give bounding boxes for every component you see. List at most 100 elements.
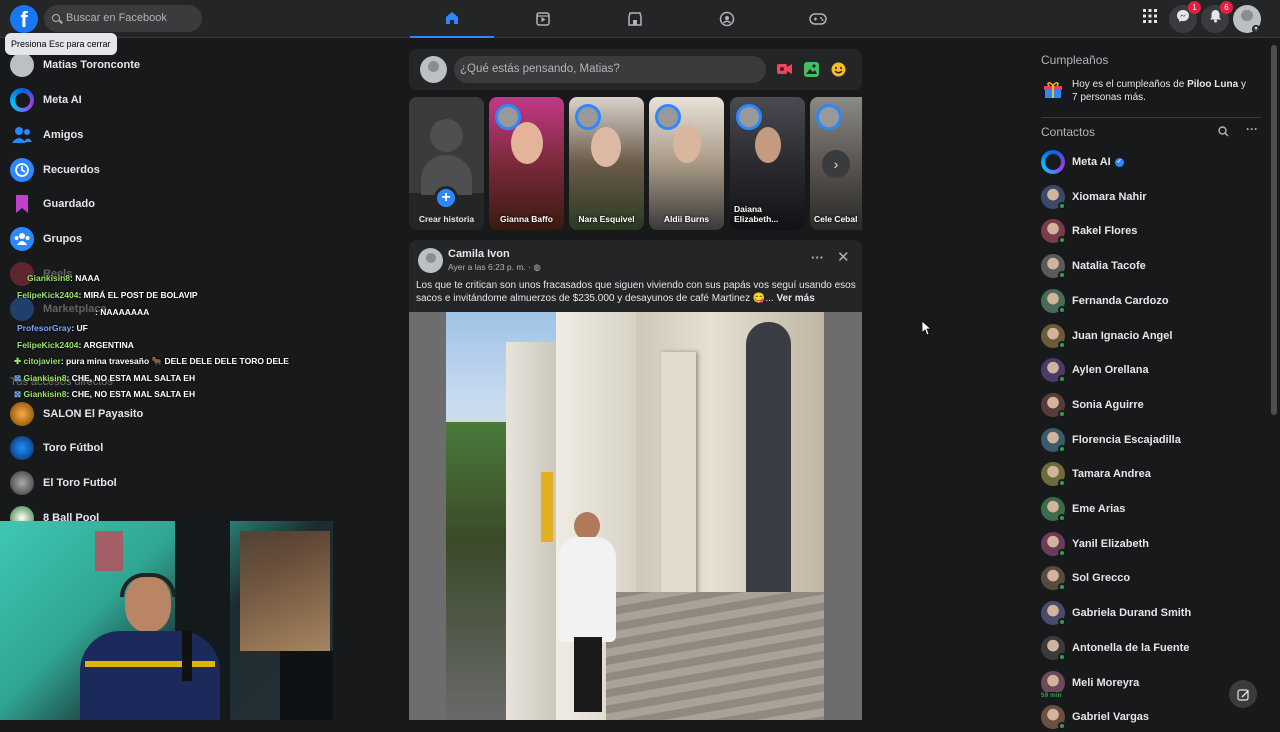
sidebar-item-label: Grupos [43,233,83,245]
avatar [1041,392,1066,418]
tab-home[interactable] [410,0,494,38]
avatar [1041,601,1066,627]
menu-grid-icon[interactable] [1136,5,1164,33]
chat-message: ⊠ Giankisin8: CHE, NO ESTA MAL SALTA EH [14,389,195,400]
sidebar-item-friends[interactable]: Amigos [10,120,83,150]
online-status-dot [1058,722,1066,731]
contact-item[interactable]: Aylen Orellana [1041,355,1149,385]
feeling-icon[interactable] [831,62,846,80]
stairs [606,592,824,720]
online-status-dot [1058,236,1066,245]
birthday-name: Piloo Luna [1187,79,1239,90]
contact-item[interactable]: Fernanda Cardozo [1041,286,1169,316]
webcam-overlay [0,521,333,720]
story-card[interactable]: Gianna Baffo [489,97,564,230]
shirt-stripe [85,661,215,667]
away-time: 59 min [1040,691,1063,699]
contact-item[interactable]: Sol Grecco [1041,563,1130,593]
online-status-dot [1058,479,1066,488]
shortcut-avatar [10,436,34,460]
sidebar-item-meta-ai[interactable]: Meta AI [10,85,82,115]
chevron-right-icon[interactable]: › [822,150,850,178]
post-time[interactable]: Ayer a las 6:23 p. m. · ◍ [448,262,541,273]
chat-text: : pura mina travesaño 🐂 DELE DELE DELE T… [60,356,289,366]
contact-item[interactable]: Rakel Flores [1041,216,1137,246]
shortcut-item[interactable]: SALON El Payasito [10,399,143,429]
man-head [574,512,600,540]
online-status-dot [1058,514,1066,522]
story-card[interactable]: Nara Esquivel [569,97,644,230]
chat-user: FelipeKick2404 [17,340,79,350]
bell-icon [1209,10,1221,23]
contact-name: Florencia Escajadilla [1072,433,1181,446]
live-video-icon[interactable] [777,63,792,75]
story-card[interactable]: Aldii Burns [649,97,724,230]
story-card[interactable]: Daiana Elizabeth... [730,97,805,230]
sidebar-item-saved[interactable]: Guardado [10,189,95,219]
tab-groups[interactable] [685,0,769,38]
microphone [182,631,192,681]
story-name: Crear historia [418,214,475,224]
avatar [1041,462,1066,488]
shortcut-item[interactable]: El Toro Futbol [10,468,117,498]
sidebar-item-groups[interactable]: Grupos [10,224,82,254]
search-input[interactable]: Buscar en Facebook [44,5,202,32]
search-placeholder: Buscar en Facebook [66,12,167,24]
marketplace-icon [628,12,642,26]
marketplace-icon [10,297,34,321]
chat-user: FelipeKick2404 [17,290,79,300]
contact-item[interactable]: Eme Arias [1041,494,1125,524]
online-status-dot [1058,375,1066,384]
new-message-button[interactable] [1229,680,1257,708]
contact-item[interactable]: Gabriela Durand Smith [1041,598,1191,628]
story-create[interactable]: + Crear historia [409,97,484,230]
contact-item[interactable]: Gabriel Vargas [1041,702,1149,732]
birthday-text[interactable]: Hoy es el cumpleaños de Piloo Luna y 7 p… [1072,78,1252,104]
contact-name: Sol Grecco [1072,572,1131,585]
story-avatar [736,104,762,130]
contact-item[interactable]: Antonella de la Fuente [1041,633,1189,663]
post-image[interactable] [409,312,862,720]
search-icon[interactable] [1218,126,1229,137]
chevron-down-icon[interactable]: ▾ [1252,25,1260,33]
scrollbar[interactable] [1271,45,1277,415]
contact-item[interactable]: Xiomara Nahir [1041,182,1147,212]
photo-icon[interactable] [804,62,819,80]
online-status-dot [1058,652,1066,661]
gift-icon [1043,79,1063,99]
tab-marketplace[interactable] [593,0,677,38]
contact-item[interactable]: Florencia Escajadilla [1041,425,1181,455]
tab-video[interactable] [501,0,585,38]
shortcut-label: El Toro Futbol [43,477,117,489]
sidebar-item-label: Matias Toronconte [43,59,140,71]
messenger-button[interactable]: 1 [1169,1,1201,33]
facebook-logo[interactable]: f [10,5,38,33]
globe-icon: ◍ [533,262,541,272]
post-author[interactable]: Camila Ivon [448,248,510,260]
contact-item[interactable]: Yanil Elizabeth [1041,529,1149,559]
more-options-icon[interactable]: ··· [811,250,824,265]
contact-name: Fernanda Cardozo [1072,294,1169,307]
contact-item[interactable]: Tamara Andrea [1041,459,1151,489]
sidebar-item-memories[interactable]: Recuerdos [10,155,100,185]
plus-icon: + [434,186,458,210]
contact-item[interactable]: 59 min Meli Moreyra [1040,668,1139,699]
online-status-dot [1058,548,1066,557]
chat-text: : NAAAAAAA [95,307,150,317]
notifications-button[interactable]: 6 [1201,1,1233,33]
contact-item[interactable]: Meta AI ✓ [1041,147,1124,177]
contact-item[interactable]: Natalia Tacofe [1041,251,1146,281]
notifications-badge: 6 [1220,1,1233,14]
tab-gaming[interactable] [776,0,860,38]
contact-item[interactable]: Juan Ignacio Angel [1041,321,1172,351]
gaming-icon [809,13,827,25]
more-options-icon[interactable]: ··· [1246,122,1258,136]
chat-user: Giankisin8 [27,273,70,283]
avatar [1041,497,1066,522]
avatar[interactable] [418,248,443,273]
close-icon[interactable]: ✕ [837,248,850,266]
composer-input[interactable]: ¿Qué estás pensando, Matias? [454,56,766,83]
contact-item[interactable]: Sonia Aguirre [1041,390,1144,420]
shortcut-item[interactable]: Toro Fútbol [10,433,103,463]
see-more-link[interactable]: Ver más [776,293,814,304]
